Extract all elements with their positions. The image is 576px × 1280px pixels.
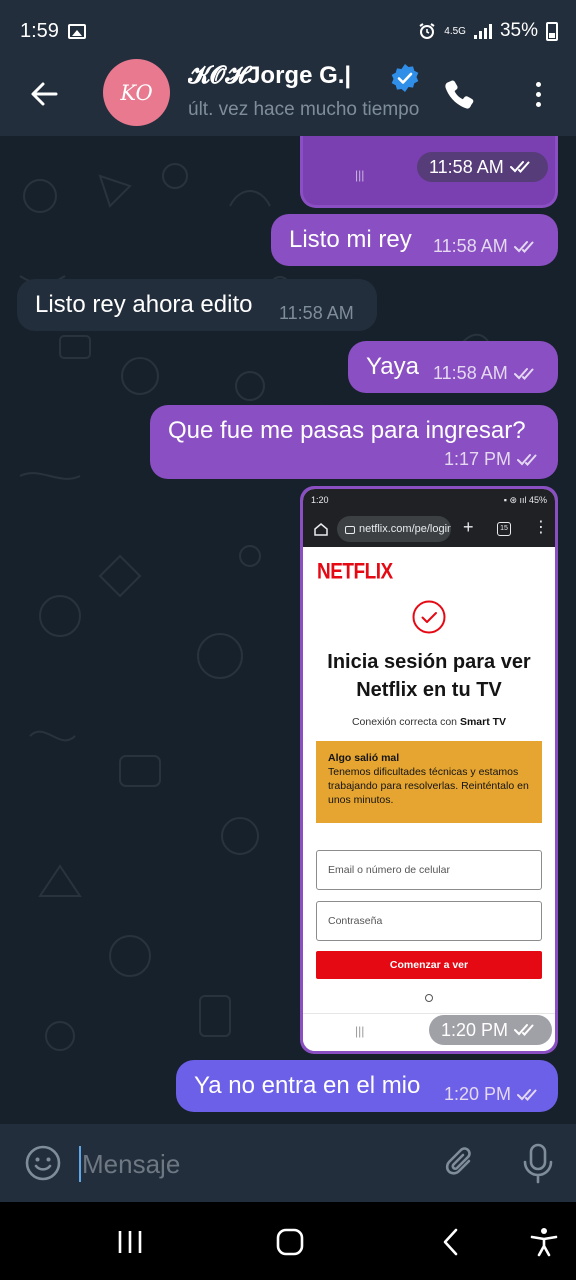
tabs-count: 15 <box>497 522 511 536</box>
error-alert: Algo salió mal Tenemos dificultades técn… <box>316 741 542 823</box>
image-preview[interactable]: ||| 11:58 AM <box>303 136 555 205</box>
alert-title: Algo salió mal <box>328 752 400 764</box>
battery-percent: 35% <box>499 20 538 41</box>
double-check-icon <box>514 1024 534 1036</box>
double-check-icon <box>513 367 534 380</box>
screenshot-status-time: 1:20 <box>311 495 329 505</box>
more-vertical-icon: ⋮ <box>533 519 549 536</box>
message-time: 1:17 PM <box>444 449 512 469</box>
recents-icon: ||| <box>355 168 365 182</box>
message-incoming[interactable]: Listo rey ahora edito 11:58 AM <box>17 279 377 331</box>
accessibility-icon[interactable] <box>528 1226 560 1258</box>
double-check-icon <box>517 453 537 466</box>
home-icon <box>314 523 328 536</box>
subtitle-text: Conexión correcta con <box>351 716 460 728</box>
check-circle-icon <box>412 600 446 634</box>
message-outgoing[interactable]: Yaya 11:58 AM <box>348 341 558 393</box>
message-input[interactable] <box>82 1146 422 1182</box>
more-vertical-icon[interactable] <box>524 76 552 112</box>
message-time: 11:58 AM <box>433 236 508 256</box>
message-meta: 11:58 AM <box>433 236 540 257</box>
email-field: Email o número de celular <box>316 850 542 890</box>
back-icon[interactable] <box>436 1226 468 1258</box>
submit-button: Comenzar a ver <box>316 951 542 979</box>
alert-body: Tenemos dificultades técnicas y estamos … <box>328 766 529 806</box>
message-text: Listo rey ahora edito <box>35 291 253 318</box>
screenshot-title: Inicia sesión para ver Netflix en tu TV <box>327 651 531 701</box>
message-meta: 11:58 AM <box>417 152 548 182</box>
status-bar: 1:59 4.5G 35% <box>0 0 576 56</box>
recents-icon[interactable] <box>114 1226 146 1258</box>
message-outgoing[interactable]: Ya no entra en el mio 1:20 PM <box>176 1060 558 1112</box>
alarm-icon <box>419 23 435 39</box>
contact-name[interactable]: 𝓚𝓞𝓗Jorge G.| <box>188 62 351 90</box>
chat-header: KO 𝓚𝓞𝓗Jorge G.| últ. vez hace mucho tiem… <box>0 56 576 136</box>
message-text: Yaya <box>366 353 419 380</box>
message-meta: 1:20 PM <box>444 1084 543 1105</box>
back-arrow-icon[interactable] <box>26 76 62 112</box>
subtitle-device: Smart TV <box>459 716 507 728</box>
screenshot-url-bar: netflix.com/pe/login + 15 ⋮ <box>303 511 555 547</box>
battery-icon <box>546 21 558 41</box>
message-time: 1:20 PM <box>444 1084 512 1104</box>
message-image[interactable]: 1:20 ▪ ⊛ ııl 45% netflix.com/pe/login + … <box>300 486 558 1054</box>
message-meta: 11:58 AM <box>433 363 540 384</box>
message-time: 1:20 PM <box>441 1019 509 1040</box>
message-meta: 11:58 AM <box>279 303 354 324</box>
new-tab-icon: + <box>463 517 474 537</box>
message-time: 11:58 AM <box>279 303 354 323</box>
message-outgoing[interactable]: Listo mi rey 11:58 AM <box>271 214 558 266</box>
recaptcha-dot <box>425 994 433 1002</box>
status-time: 1:59 <box>20 20 59 42</box>
screenshot-status-bar: 1:20 ▪ ⊛ ııl 45% <box>303 489 555 511</box>
contact-last-seen: últ. vez hace mucho tiempo <box>188 99 420 120</box>
double-check-icon <box>517 1088 537 1101</box>
phone-icon[interactable] <box>442 76 478 112</box>
emoji-icon[interactable] <box>24 1144 62 1182</box>
system-nav-bar <box>0 1202 576 1280</box>
message-meta: 1:20 PM <box>429 1015 553 1045</box>
message-text: Ya no entra en el mio <box>194 1072 421 1099</box>
network-type: 4.5G <box>444 25 466 37</box>
message-outgoing[interactable]: Que fue me pasas para ingresar? 1:17 PM <box>150 405 558 479</box>
message-text: Que fue me pasas para ingresar? <box>168 417 526 444</box>
mic-icon[interactable] <box>520 1142 556 1184</box>
image-icon <box>68 24 86 39</box>
message-meta: 1:17 PM <box>444 449 543 470</box>
chat-area[interactable]: ||| 11:58 AM Listo mi rey 11:58 AM Listo… <box>0 136 576 1124</box>
double-check-icon <box>509 161 530 173</box>
text-cursor <box>79 1146 81 1182</box>
home-icon[interactable] <box>274 1226 306 1258</box>
netflix-screenshot[interactable]: 1:20 ▪ ⊛ ııl 45% netflix.com/pe/login + … <box>303 489 555 1051</box>
avatar[interactable]: KO <box>103 59 170 126</box>
message-composer <box>0 1124 576 1202</box>
screenshot-url: netflix.com/pe/login <box>337 516 451 542</box>
message-image-partial[interactable]: ||| 11:58 AM <box>300 136 558 208</box>
netflix-logo: NETFLIX <box>317 560 393 585</box>
status-indicators: 4.5G 35% <box>418 20 558 42</box>
message-text: Listo mi rey <box>289 226 412 253</box>
password-field: Contraseña <box>316 901 542 941</box>
attach-icon[interactable] <box>442 1144 480 1182</box>
signal-icon <box>473 23 492 39</box>
message-time: 11:58 AM <box>429 156 504 177</box>
verified-icon <box>391 64 419 92</box>
double-check-icon <box>513 240 534 253</box>
screenshot-status-icons: ▪ ⊛ ııl 45% <box>503 495 547 505</box>
screenshot-subtitle: Conexión correcta con Smart TV <box>303 716 555 728</box>
message-time: 11:58 AM <box>433 363 508 383</box>
recents-icon: ||| <box>355 1024 365 1038</box>
